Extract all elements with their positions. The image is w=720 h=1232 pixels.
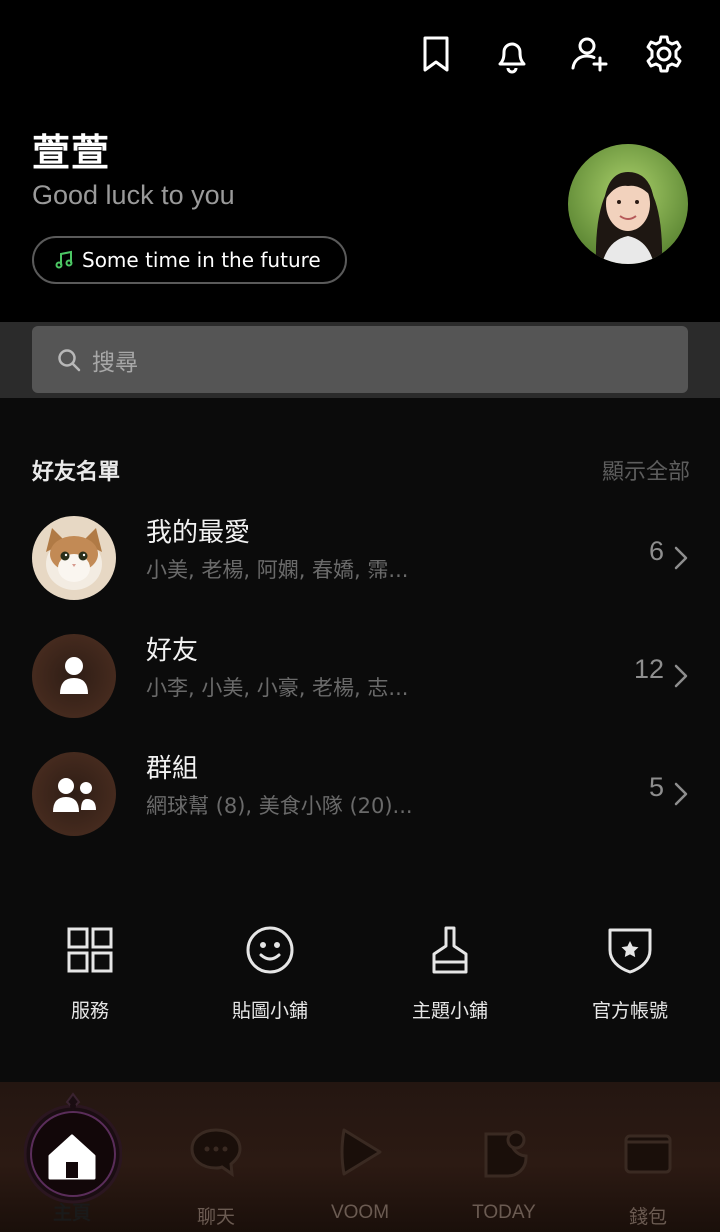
shortcut-label: 貼圖小鋪 — [231, 1000, 308, 1022]
smiley-icon — [246, 926, 294, 974]
shortcut-bar: 服務 貼圖小鋪 主題小鋪 官方帳號 — [0, 924, 720, 1034]
tab-voom[interactable]: VOOM — [288, 1082, 432, 1232]
tab-label: 聊天 — [196, 1207, 235, 1228]
shortcut-services[interactable]: 服務 — [0, 924, 180, 1034]
play-icon — [332, 1124, 388, 1180]
grid-icon — [67, 927, 113, 973]
shortcut-official-accounts[interactable]: 官方帳號 — [540, 924, 720, 1034]
shortcut-label: 官方帳號 — [591, 1000, 668, 1022]
bookmark-icon[interactable] — [416, 34, 456, 74]
tab-home[interactable]: 主頁 — [0, 1082, 144, 1232]
search-band: 搜尋 — [0, 322, 720, 398]
bell-icon[interactable] — [492, 34, 532, 74]
status-message[interactable]: Good luck to you — [32, 180, 235, 211]
profile-avatar[interactable] — [568, 144, 688, 264]
list-item-groups[interactable]: 群組 網球幫 (8), 美食小隊 (20)... 5 — [0, 738, 720, 848]
add-friend-icon[interactable] — [570, 34, 610, 74]
friends-panel: 好友名單 顯示全部 我的最愛 小美, 老楊, 阿嫻, 春嬌, 霈... 6 好友… — [0, 398, 720, 1082]
music-note-icon — [55, 250, 73, 269]
shortcut-label: 服務 — [70, 1000, 109, 1022]
wallet-icon — [620, 1124, 676, 1180]
show-all-link[interactable]: 顯示全部 — [602, 454, 690, 486]
tab-chat[interactable]: 聊天 — [144, 1082, 288, 1232]
row-title: 好友 — [146, 636, 199, 666]
profile-header: 萱萱 Good luck to you Some time in the fut… — [0, 110, 720, 322]
chevron-right-icon — [674, 546, 688, 570]
list-item-favorites[interactable]: 我的最愛 小美, 老楊, 阿嫻, 春嬌, 霈... 6 — [0, 502, 720, 612]
search-icon — [58, 348, 81, 371]
home-icon — [44, 1128, 100, 1184]
music-title: Some time in the future — [82, 248, 321, 272]
row-count: 12 — [633, 654, 664, 684]
avatar — [32, 516, 116, 600]
avatar — [32, 634, 116, 718]
gear-icon[interactable] — [644, 34, 684, 74]
shortcut-label: 主題小鋪 — [411, 1000, 488, 1022]
brush-icon — [432, 926, 468, 974]
row-title: 群組 — [146, 754, 199, 784]
chevron-right-icon — [674, 782, 688, 806]
section-title: 好友名單 — [32, 460, 121, 485]
tab-label: VOOM — [330, 1202, 390, 1223]
tab-wallet[interactable]: 錢包 — [576, 1082, 720, 1232]
top-bar — [0, 0, 720, 110]
list-item-friends[interactable]: 好友 小李, 小美, 小豪, 老楊, 志... 12 — [0, 620, 720, 730]
tab-label: 錢包 — [628, 1207, 667, 1228]
shortcut-sticker-shop[interactable]: 貼圖小鋪 — [180, 924, 360, 1034]
shortcut-theme-shop[interactable]: 主題小鋪 — [360, 924, 540, 1034]
profile-music-button[interactable]: Some time in the future — [32, 236, 347, 284]
chevron-right-icon — [674, 664, 688, 688]
row-subtitle: 小美, 老楊, 阿嫻, 春嬌, 霈... — [146, 558, 409, 582]
profile-name[interactable]: 萱萱 — [32, 122, 110, 177]
tab-today[interactable]: TODAY — [432, 1082, 576, 1232]
row-title: 我的最愛 — [146, 518, 251, 548]
chat-icon — [188, 1124, 244, 1180]
today-icon — [476, 1124, 532, 1180]
avatar — [32, 752, 116, 836]
shield-star-icon — [608, 928, 652, 974]
search-input[interactable]: 搜尋 — [32, 326, 688, 393]
row-subtitle: 網球幫 (8), 美食小隊 (20)... — [146, 794, 413, 818]
row-count: 5 — [648, 772, 664, 802]
tab-label: TODAY — [472, 1202, 536, 1223]
bottom-nav: 主頁 聊天 VOOM TODAY 錢包 — [0, 1082, 720, 1232]
row-count: 6 — [648, 536, 664, 566]
tab-label: 主頁 — [52, 1203, 91, 1224]
search-placeholder: 搜尋 — [92, 349, 138, 376]
row-subtitle: 小李, 小美, 小豪, 老楊, 志... — [146, 676, 409, 700]
